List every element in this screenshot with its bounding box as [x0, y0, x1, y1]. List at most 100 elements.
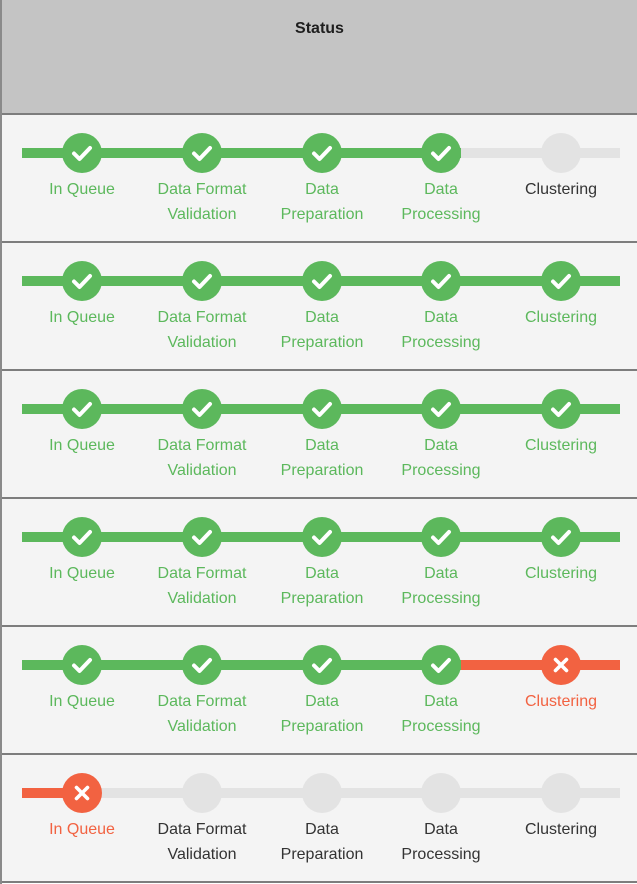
status-row[interactable]: In Queue Data Format Validation Data Prepara… [2, 243, 637, 371]
stage-indicator[interactable] [302, 261, 342, 301]
stage-label: Data Format Validation [137, 177, 267, 227]
stage-label-line: Data [424, 565, 458, 582]
stage-label-line: Data [305, 693, 339, 710]
stage-label: Clustering [496, 561, 626, 586]
stage-indicator[interactable] [302, 133, 342, 173]
status-row[interactable]: In Queue Data Format Validation Data Prepara… [2, 499, 637, 627]
stage-label-line: Preparation [280, 846, 364, 863]
stage-label: Clustering [496, 817, 626, 842]
stage-label-line: Data [424, 437, 458, 454]
stage-label: Data Format Validation [137, 305, 267, 355]
stage-label: In Queue [17, 561, 147, 586]
status-row[interactable]: In Queue Data Format Validation Data Prepara… [2, 115, 637, 243]
stage-label-line: Validation [167, 206, 237, 223]
check-icon [551, 274, 571, 289]
check-icon [72, 658, 92, 673]
stage-label-line: Data Format [157, 565, 247, 582]
stage-label: Data Preparation [257, 689, 387, 739]
stage-label-line: Processing [401, 462, 481, 479]
stage-indicator[interactable] [302, 517, 342, 557]
stage-indicator[interactable] [302, 645, 342, 685]
status-table: Status In Queue Data Format Validation Data… [0, 0, 637, 884]
stage-label-line: Data [424, 821, 458, 838]
check-icon [551, 530, 571, 545]
stage-indicator[interactable] [421, 133, 461, 173]
stage-label-line: Data Format [157, 181, 247, 198]
stage-label-line: Data [305, 821, 339, 838]
check-icon [312, 530, 332, 545]
stage-indicator[interactable] [541, 645, 581, 685]
check-icon [72, 274, 92, 289]
stage-indicator[interactable] [302, 389, 342, 429]
stage-indicator[interactable] [541, 389, 581, 429]
status-column-header[interactable]: Status [2, 0, 637, 115]
stage-label: Data Preparation [257, 305, 387, 355]
stage-indicator[interactable] [182, 517, 222, 557]
stage-label: Data Processing [376, 561, 506, 611]
stage-label: Data Preparation [257, 561, 387, 611]
stage-label-line: Data [305, 437, 339, 454]
check-icon [312, 274, 332, 289]
stage-label: In Queue [17, 177, 147, 202]
stage-indicator[interactable] [541, 517, 581, 557]
stage-indicator[interactable] [62, 389, 102, 429]
stage-label-line: Validation [167, 718, 237, 735]
stage-indicator[interactable] [182, 645, 222, 685]
check-icon [431, 146, 451, 161]
stage-indicator[interactable] [182, 389, 222, 429]
status-row[interactable]: In Queue Data Format Validation Data Prepara… [2, 371, 637, 499]
stage-label-line: In Queue [49, 693, 115, 710]
stage-label-line: Validation [167, 462, 237, 479]
status-row[interactable]: In Queue Data Format Validation Data Prepara… [2, 755, 637, 883]
check-icon [312, 658, 332, 673]
stage-label-line: In Queue [49, 181, 115, 198]
stage-indicator[interactable] [62, 645, 102, 685]
stage-indicator[interactable] [541, 133, 581, 173]
stage-label-line: Data Format [157, 821, 247, 838]
stage-label-line: Processing [401, 206, 481, 223]
stage-indicator[interactable] [421, 517, 461, 557]
stage-label-line: In Queue [49, 821, 115, 838]
stage-label-line: Clustering [524, 693, 598, 710]
stage-indicator[interactable] [62, 133, 102, 173]
header-title: Status [295, 20, 344, 37]
stage-label-line: Clustering [524, 309, 598, 326]
stage-indicator[interactable] [421, 773, 461, 813]
stage-indicator[interactable] [541, 773, 581, 813]
stage-indicator[interactable] [182, 773, 222, 813]
stage-label-line: Clustering [524, 181, 598, 198]
check-icon [431, 530, 451, 545]
stage-indicator[interactable] [421, 261, 461, 301]
check-icon [192, 658, 212, 673]
stage-indicator[interactable] [62, 261, 102, 301]
stage-label-line: In Queue [49, 309, 115, 326]
stage-label-line: Data [424, 693, 458, 710]
cross-icon [553, 657, 569, 673]
check-icon [431, 274, 451, 289]
check-icon [192, 274, 212, 289]
stage-label: Data Format Validation [137, 433, 267, 483]
stage-label: In Queue [17, 689, 147, 714]
stage-indicator[interactable] [302, 773, 342, 813]
stage-indicator[interactable] [182, 261, 222, 301]
check-icon [431, 658, 451, 673]
stage-indicator[interactable] [182, 133, 222, 173]
stage-indicator[interactable] [62, 517, 102, 557]
stage-label-line: Processing [401, 846, 481, 863]
stage-label: Data Preparation [257, 433, 387, 483]
stage-indicator[interactable] [421, 645, 461, 685]
stage-label-line: Preparation [280, 206, 364, 223]
stage-indicator[interactable] [421, 389, 461, 429]
check-icon [192, 146, 212, 161]
stage-label: In Queue [17, 433, 147, 458]
status-row[interactable]: In Queue Data Format Validation Data Prepara… [2, 627, 637, 755]
stage-label-line: Data [424, 181, 458, 198]
stage-indicator[interactable] [62, 773, 102, 813]
check-icon [192, 530, 212, 545]
stage-label: Clustering [496, 305, 626, 330]
check-icon [312, 146, 332, 161]
stage-label: Data Preparation [257, 177, 387, 227]
stage-indicator[interactable] [541, 261, 581, 301]
stage-label-line: Data [305, 565, 339, 582]
stage-label: In Queue [17, 305, 147, 330]
